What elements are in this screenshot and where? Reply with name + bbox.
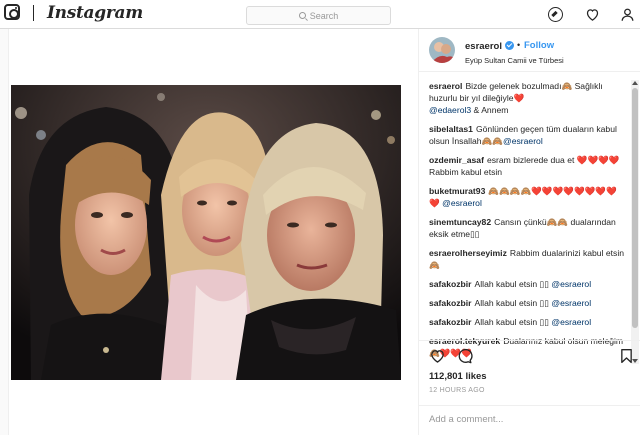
comment-username[interactable]: safakozbir: [429, 317, 472, 327]
comment-username[interactable]: safakozbir: [429, 279, 472, 289]
post-username[interactable]: esraerol: [465, 41, 502, 52]
scrollbar-thumb[interactable]: [632, 88, 638, 328]
comments-list[interactable]: esraerol Bizde gelenek bozulmadı🙈 Sağlıkl…: [419, 80, 638, 365]
verified-badge-icon: [505, 41, 514, 50]
comment-mention[interactable]: @esraerol: [503, 136, 543, 146]
comment-username[interactable]: esraerol: [429, 81, 462, 91]
search-icon: [298, 12, 306, 19]
comment-mention[interactable]: @esraerol: [551, 279, 591, 289]
comment: ozdemir_asaf esram bizlerede dua et ❤️❤️❤…: [429, 154, 626, 178]
comment: sibelaltas1 Gönlünden geçen tüm duaların …: [429, 123, 626, 147]
comment: esraerolherseyimiz Rabbim dualarinizi kab…: [429, 247, 626, 271]
comment-username[interactable]: safakozbir: [429, 298, 472, 308]
comment-bubble-icon[interactable]: [456, 348, 473, 364]
post-photo[interactable]: [11, 85, 401, 380]
compass-icon[interactable]: [548, 7, 563, 22]
comment-mention[interactable]: @esraerol: [442, 198, 482, 208]
post-side-panel: esraerol • Follow Eyüp Sultan Camii ve T…: [418, 29, 640, 435]
post-timestamp[interactable]: 12 HOURS AGO: [429, 387, 485, 394]
like-heart-icon[interactable]: [429, 348, 446, 364]
avatar[interactable]: [429, 37, 455, 63]
comment-username[interactable]: esraerolherseyimiz: [429, 248, 507, 258]
search-box[interactable]: Search: [246, 6, 391, 25]
post-location[interactable]: Eyüp Sultan Camii ve Türbesi: [465, 56, 564, 65]
post-card: esraerol • Follow Eyüp Sultan Camii ve T…: [8, 29, 640, 435]
follow-button[interactable]: Follow: [524, 40, 554, 51]
comments-scrollbar[interactable]: [631, 80, 639, 364]
comment-username[interactable]: sinemtuncay82: [429, 217, 491, 227]
comment: safakozbir Allah kabul etsin ▯▯ @esraerol: [429, 297, 626, 309]
add-comment-input[interactable]: [429, 414, 629, 425]
top-navigation-bar: Instagram Search: [0, 0, 640, 29]
comment: buketmurat93 🙈🙈🙈🙈❤️❤️❤️❤️❤️❤️❤️❤️❤️ @esra…: [429, 185, 626, 209]
logo-divider: [33, 5, 34, 21]
heart-icon[interactable]: [585, 7, 600, 22]
comment-username[interactable]: sibelaltas1: [429, 124, 473, 134]
comment-text: Allah kabul etsin ▯▯: [474, 298, 549, 308]
profile-icon[interactable]: [620, 7, 635, 22]
comment-text: Allah kabul etsin ▯▯: [474, 279, 549, 289]
instagram-wordmark[interactable]: Instagram: [47, 3, 143, 23]
comment-mention[interactable]: @esraerol: [551, 298, 591, 308]
bookmark-icon[interactable]: [618, 348, 635, 364]
comment-username[interactable]: buketmurat93: [429, 186, 485, 196]
comment-text-after: & Annem: [471, 105, 509, 115]
comment: safakozbir Allah kabul etsin ▯▯ @esraerol: [429, 316, 626, 328]
post-actions: [419, 340, 640, 368]
search-placeholder: Search: [309, 10, 339, 21]
separator-dot: •: [517, 40, 521, 50]
comment: sinemtuncay82 Cansın çünkü🙈🙈 dualarından …: [429, 216, 626, 240]
comment-text: Allah kabul etsin ▯▯: [474, 317, 549, 327]
likes-count[interactable]: 112,801 likes: [429, 371, 487, 382]
comment-mention[interactable]: @esraerol: [551, 317, 591, 327]
post-header: esraerol • Follow Eyüp Sultan Camii ve T…: [419, 29, 640, 72]
add-comment-area: [419, 405, 640, 435]
comment: esraerol Bizde gelenek bozulmadı🙈 Sağlıkl…: [429, 80, 626, 116]
instagram-camera-logo-icon[interactable]: [4, 4, 20, 20]
comment: safakozbir Allah kabul etsin ▯▯ @esraerol: [429, 278, 626, 290]
scroll-up-arrow-icon[interactable]: [632, 81, 638, 85]
comment-mention[interactable]: @edaerol3: [429, 105, 471, 115]
comment-username[interactable]: ozdemir_asaf: [429, 155, 484, 165]
